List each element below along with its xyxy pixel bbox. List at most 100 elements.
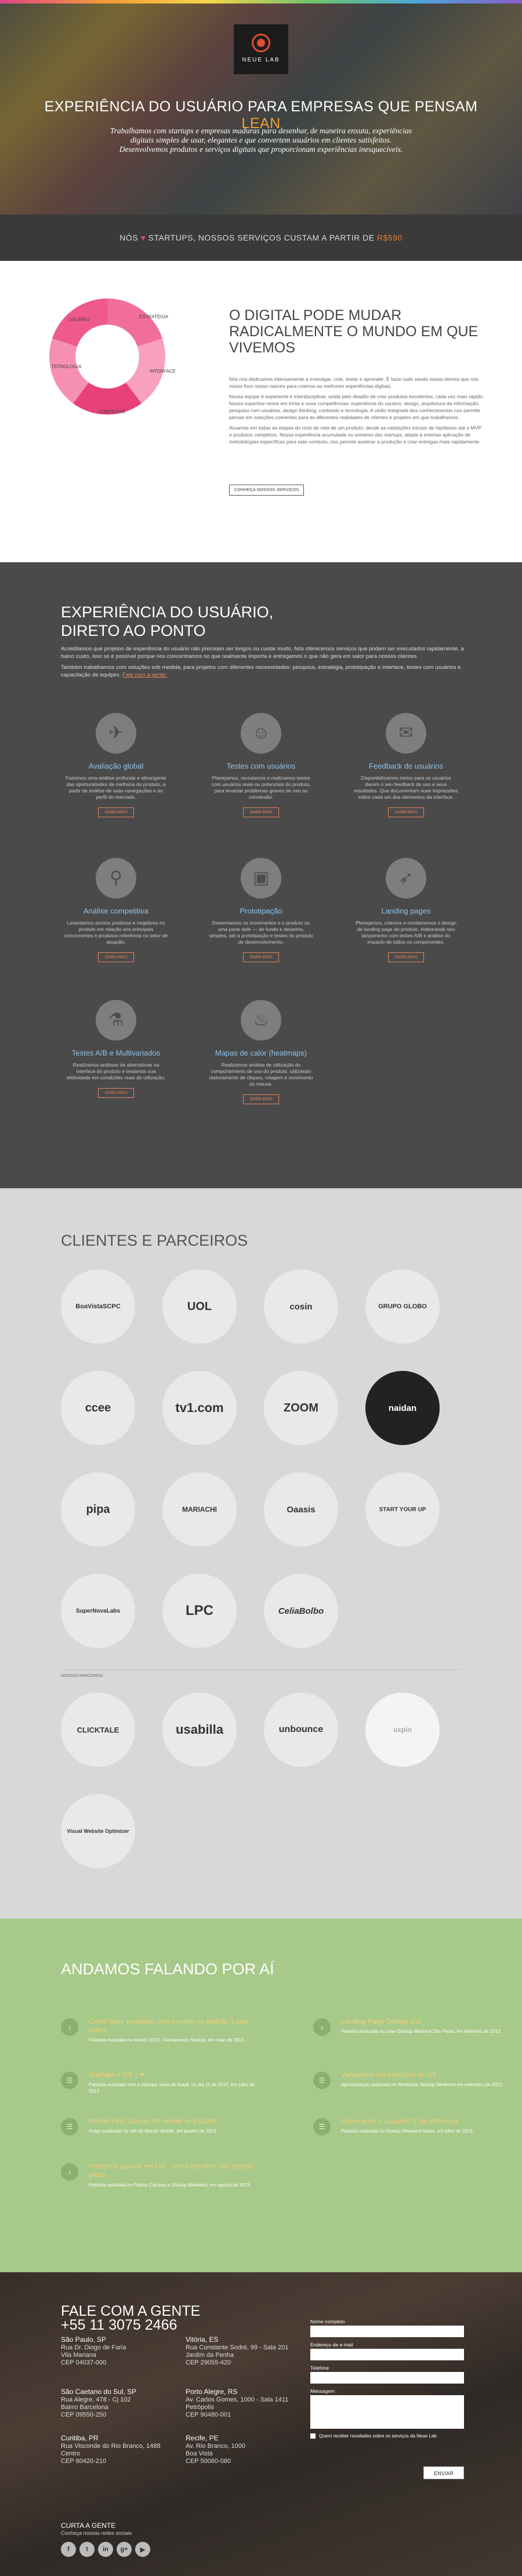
office-city: Porto Alegre, RS bbox=[186, 2388, 238, 2396]
office-line: Rua Constante Sodré, 99 - Sala 201 bbox=[186, 2344, 289, 2351]
office-line: CEP 29055-420 bbox=[186, 2359, 231, 2366]
service-title: Feedback de usuários bbox=[369, 762, 443, 770]
phone-field[interactable] bbox=[310, 2372, 464, 2384]
newsletter-checkbox[interactable] bbox=[310, 2433, 316, 2439]
partner-logo: Visual Website Optimizer bbox=[61, 1794, 135, 1868]
hero-tagline-3: Desenvolvemos produtos e serviços digita… bbox=[119, 145, 403, 154]
services-button[interactable]: CONHEÇA NOSSOS SERVIÇOS bbox=[229, 485, 304, 496]
service-description: Realizamos análise de utilização do comp… bbox=[209, 1062, 313, 1087]
talk-title[interactable]: Vantagens em pesquisa de UX bbox=[341, 2071, 510, 2079]
service-more-button[interactable]: SAIBA MAIS bbox=[243, 952, 279, 962]
partners-divider bbox=[61, 1669, 461, 1670]
message-label: Mensagem bbox=[310, 2388, 335, 2394]
client-logo: Oaasis bbox=[264, 1472, 338, 1547]
mic-icon: ♪ bbox=[61, 2018, 78, 2036]
logo[interactable]: NEUE LAB bbox=[234, 24, 288, 74]
services-title: EXPERIÊNCIA DO USUÁRIO, DIRETO AO PONTO bbox=[61, 603, 273, 640]
newsletter-checkbox-row[interactable]: Quero receber novidades sobre os serviço… bbox=[310, 2433, 464, 2439]
office-line: Rua Visconde do Rio Branco, 1488 bbox=[61, 2443, 161, 2450]
service-more-button[interactable]: SAIBA MAIS bbox=[98, 952, 134, 962]
service-more-button[interactable]: SAIBA MAIS bbox=[243, 807, 279, 817]
partner-logo: CLICKTALE bbox=[61, 1693, 135, 1767]
service-icon-circle: ✈ bbox=[96, 713, 136, 754]
office-line: Bairro Barcelona bbox=[61, 2404, 108, 2411]
talk-item[interactable]: ☰ Startups + UX = ♥ Palestra realizada c… bbox=[61, 2071, 258, 2094]
hero-tagline-1: Trabalhamos com startups e empresas madu… bbox=[110, 126, 412, 135]
about-paragraph-3: Atuamos em todas as etapas do ciclo de v… bbox=[229, 425, 482, 445]
logo-text: NEUE LAB bbox=[242, 57, 280, 63]
talk-description: Palestra realizada com a startups ideas … bbox=[89, 2082, 255, 2094]
talk-title[interactable]: Como fazer pesquisa com usuário no padrã… bbox=[89, 2017, 258, 2035]
talk-item[interactable]: ♪ Como fazer pesquisa com usuário no pad… bbox=[61, 2017, 258, 2043]
office-line: Jardim da Penha bbox=[186, 2352, 234, 2359]
service-card: ✈ Avaliação global Fazemos uma análise p… bbox=[58, 713, 174, 817]
talk-item[interactable]: ♪ Primeiros passos em UX - como escolher… bbox=[61, 2162, 258, 2188]
service-more-button[interactable]: SAIBA MAIS bbox=[388, 952, 424, 962]
talk-title[interactable]: Como ouvir o usuário? E dá diferença bbox=[341, 2117, 510, 2126]
talk-title[interactable]: Mobile First: Design for mobile and tabl… bbox=[89, 2117, 258, 2126]
clients-section: CLIENTES E PARCEIROS BoaVistaSCPC UOL co… bbox=[0, 1188, 522, 1919]
contact-section: FALE COM A GENTE +55 11 3075 2466 São Pa… bbox=[0, 2272, 522, 2576]
mic-icon: ♪ bbox=[313, 2018, 331, 2036]
service-more-button[interactable]: SAIBA MAIS bbox=[388, 807, 424, 817]
client-logo: naidan bbox=[365, 1371, 440, 1445]
service-description: Realizamos análises de alternativas na i… bbox=[66, 1062, 166, 1080]
office-line: Rua Dr. Diogo de Faria bbox=[61, 2344, 126, 2351]
contact-form: Nome completo Endereço de e-mail Telefon… bbox=[310, 2319, 464, 2479]
client-logo: SuperNovaLabs bbox=[61, 1574, 135, 1648]
client-logo: LPC bbox=[162, 1574, 237, 1648]
talk-description: Palestra realizada no Pitstop Campus e S… bbox=[89, 2182, 251, 2188]
startup-promo-bar: NÓS ♥ STARTUPS, NOSSOS SERVIÇOS CUSTAM A… bbox=[0, 214, 522, 261]
logo-mark-icon bbox=[252, 34, 270, 52]
talk-title[interactable]: Primeiros passos em UX - como escolher s… bbox=[89, 2162, 258, 2180]
client-logo: ZOOM bbox=[264, 1371, 338, 1445]
talk-item[interactable]: ♪ Landing Page Design 101 Palestra reali… bbox=[313, 2017, 510, 2036]
office-line: CEP 09550-250 bbox=[61, 2411, 107, 2418]
office-city: São Paulo, SP bbox=[61, 2335, 107, 2344]
email-field[interactable] bbox=[310, 2349, 464, 2360]
googleplus-icon[interactable]: g+ bbox=[117, 2542, 132, 2557]
service-card: ➶ Landing pages Planejamos, criamos e mo… bbox=[348, 858, 464, 962]
talk-item[interactable]: ☰ Vantagens em pesquisa de UX Apresentaç… bbox=[313, 2071, 510, 2089]
talk-description: Palestra realizada no evento 2013 · Fech… bbox=[89, 2037, 245, 2043]
talk-title[interactable]: Landing Page Design 101 bbox=[341, 2017, 510, 2026]
service-card: ♨ Mapas de calor (heatmaps) Realizamos a… bbox=[203, 1000, 319, 1104]
office-city: São Caetano do Sul, SP bbox=[61, 2388, 137, 2396]
client-logo: START YOUR UP bbox=[365, 1472, 440, 1547]
talk-item[interactable]: ☰ Mobile First: Design for mobile and ta… bbox=[61, 2117, 258, 2135]
clients-title: CLIENTES E PARCEIROS bbox=[61, 1232, 248, 1249]
partner-logo: uxpin bbox=[365, 1693, 440, 1767]
linkedin-icon[interactable]: in bbox=[98, 2542, 113, 2557]
youtube-icon[interactable]: ▶ bbox=[135, 2542, 150, 2557]
name-field[interactable] bbox=[310, 2326, 464, 2337]
office-line: Av. Rio Branco, 1000 bbox=[186, 2443, 245, 2450]
partner-logo: usabilla bbox=[162, 1693, 237, 1767]
service-icon-circle: ♨ bbox=[241, 1000, 281, 1040]
about-section: USUÁRIO ESTRATÉGIA TECNOLOGIA INTERFACE … bbox=[0, 261, 522, 562]
service-icon-circle: ▣ bbox=[241, 858, 281, 898]
send-button[interactable]: ENVIAR bbox=[423, 2466, 464, 2479]
about-text: Nós nos dedicamos intensamente a investi… bbox=[229, 376, 484, 449]
doc-icon: ☰ bbox=[313, 2072, 331, 2089]
message-field[interactable] bbox=[310, 2395, 464, 2429]
contact-phone[interactable]: +55 11 3075 2466 bbox=[61, 2317, 177, 2333]
donut-label-tecnologia: TECNOLOGIA bbox=[51, 364, 82, 369]
office-line: CEP 80420-210 bbox=[61, 2458, 107, 2465]
talk-item[interactable]: ☰ Como ouvir o usuário? E dá diferença P… bbox=[313, 2117, 510, 2135]
office-line: Rua Alegre, 478 - Cj 102 bbox=[61, 2396, 131, 2403]
contact-title: FALE COM A GENTE +55 11 3075 2466 bbox=[61, 2304, 200, 2333]
service-more-button[interactable]: SAIBA MAIS bbox=[98, 807, 134, 817]
service-description: Desenhamos os movimentos e o produto ou … bbox=[209, 920, 313, 945]
contact-link[interactable]: Fale com a gente. bbox=[122, 672, 167, 678]
office-line: CEP 04037-000 bbox=[61, 2359, 107, 2366]
person-icon: ☺ bbox=[252, 723, 270, 743]
social-subtitle: Conheça nossas redes sociais bbox=[61, 2530, 132, 2536]
twitter-icon[interactable]: t bbox=[79, 2542, 95, 2557]
facebook-icon[interactable]: f bbox=[61, 2542, 76, 2557]
donut-label-interface: INTERFACE bbox=[150, 369, 176, 374]
promo-text-before: NÓS bbox=[119, 233, 139, 242]
service-more-button[interactable]: SAIBA MAIS bbox=[243, 1094, 279, 1104]
talk-title[interactable]: Startups + UX = ♥ bbox=[89, 2071, 258, 2079]
service-description: Disponibilizamos meios para os usuários … bbox=[354, 775, 458, 800]
service-more-button[interactable]: SAIBA MAIS bbox=[98, 1088, 134, 1098]
